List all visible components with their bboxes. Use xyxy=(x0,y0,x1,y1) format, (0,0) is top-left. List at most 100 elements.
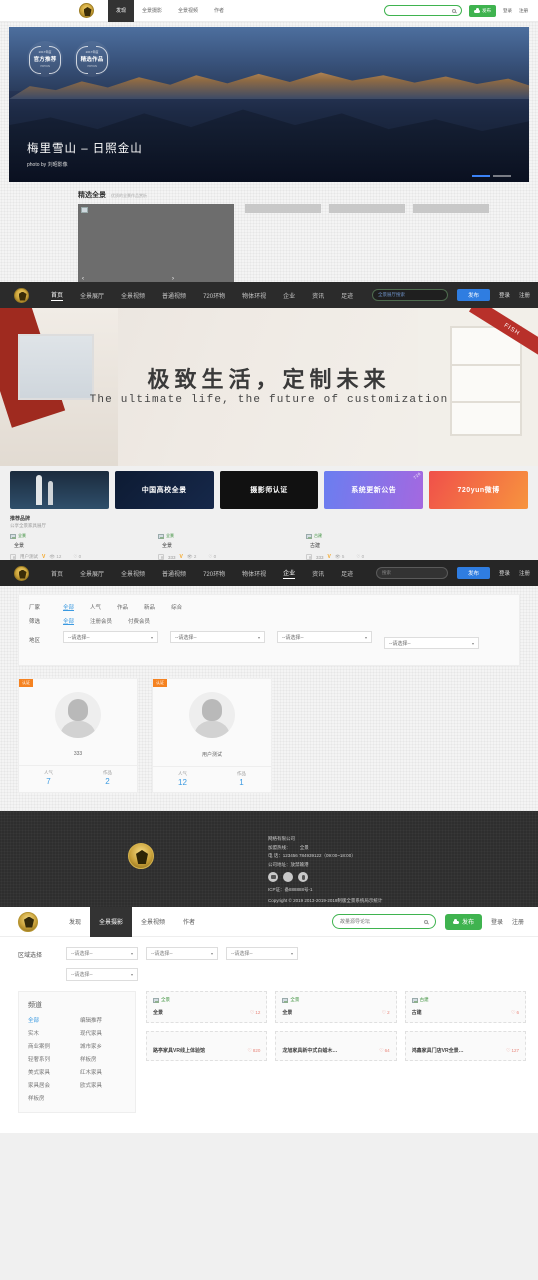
brand-card[interactable]: 全景 全景 用户测试 V 👁 12 ♡ 0 xyxy=(10,533,146,560)
channel-item-model-room-2[interactable]: 样板房 xyxy=(28,1094,74,1102)
region-select-street[interactable]: --请选择-- ▾ xyxy=(66,968,138,981)
filter-option-paid-member[interactable]: 付费会员 xyxy=(128,617,150,625)
channel-item-european-furniture[interactable]: 欧式家具 xyxy=(80,1081,126,1089)
channel-item-business-case[interactable]: 商业案例 xyxy=(28,1042,74,1050)
nav-item-home[interactable]: 首页 xyxy=(51,569,63,578)
publish-button[interactable]: 发布 xyxy=(444,913,482,930)
top-search-input[interactable] xyxy=(384,5,462,16)
filter-option-registered-member[interactable]: 注册会员 xyxy=(90,617,112,625)
channel-item-modern-furniture[interactable]: 现代家具 xyxy=(80,1029,126,1037)
nav-item-normal-video[interactable]: 普通视频 xyxy=(162,291,186,300)
publish-button[interactable]: 发布 xyxy=(469,4,496,17)
gallery-card[interactable]: 龙旭家具新中式白蜡木… ♡ 64 xyxy=(275,1031,397,1061)
nav-item-panorama-hall[interactable]: 全景展厅 xyxy=(80,291,104,300)
region-select-province[interactable]: --请选择-- ▾ xyxy=(66,947,138,960)
nav-item-panorama-hall[interactable]: 全景展厅 xyxy=(80,569,104,578)
region-select-city[interactable]: --请选择-- ▾ xyxy=(170,631,265,643)
nav-item-discover[interactable]: 发现 xyxy=(60,907,90,937)
filter-option-new[interactable]: 新品 xyxy=(144,603,155,611)
promo-tile-weibo[interactable]: 720yun微博 xyxy=(429,471,528,509)
filter-option-all[interactable]: 全部 xyxy=(63,603,74,611)
hero-dot-2[interactable] xyxy=(493,174,511,177)
featured-thumb[interactable] xyxy=(413,204,489,213)
site-logo-icon[interactable] xyxy=(14,565,29,581)
user-card[interactable]: 认证 用户测试 人气 12 作品 1 xyxy=(152,678,272,793)
nav-item-news[interactable]: 资讯 xyxy=(312,291,324,300)
nav-item-normal-video[interactable]: 普通视频 xyxy=(162,569,186,578)
channel-item-rosewood-furniture[interactable]: 红木家具 xyxy=(80,1068,126,1076)
channel-item-city-home[interactable]: 城市家乡 xyxy=(80,1042,126,1050)
nav-item-720-object[interactable]: 720环物 xyxy=(203,291,225,300)
site-logo-icon[interactable] xyxy=(79,3,94,18)
brand-card[interactable]: 古建 古建 333 V 👁 5 ♡ 0 xyxy=(306,533,442,560)
filter-option-popularity[interactable]: 人气 xyxy=(90,603,101,611)
gallery-card[interactable]: 路亭家具VR线上体验馆 ♡ 820 xyxy=(146,1031,268,1061)
publish-button[interactable]: 发布 xyxy=(456,289,490,301)
login-link[interactable]: 登录 xyxy=(491,917,503,926)
nav-item-footprint[interactable]: 足迹 xyxy=(341,569,353,578)
publish-button[interactable]: 发布 xyxy=(456,567,490,579)
login-link[interactable]: 登录 xyxy=(499,569,510,577)
nav-item-panorama-video[interactable]: 全景视频 xyxy=(121,569,145,578)
channel-item-light-luxury[interactable]: 轻奢系列 xyxy=(28,1055,74,1063)
promo-tile-university[interactable]: 中国高校全景 xyxy=(114,471,214,509)
filter-option-comprehensive[interactable]: 综合 xyxy=(171,603,182,611)
region-select-city[interactable]: --请选择-- ▾ xyxy=(146,947,218,960)
top-nav-item-panorama-video[interactable]: 全景视频 xyxy=(170,0,206,22)
promo-tile-photographer-cert[interactable]: 摄影师认证 xyxy=(219,471,319,509)
qq-icon[interactable] xyxy=(298,872,308,883)
region-select-street[interactable]: --请选择-- ▾ xyxy=(384,637,479,649)
gallery-card[interactable]: 鸿鑫家具门店VR全景… ♡ 127 xyxy=(404,1031,526,1061)
nav-item-news[interactable]: 资讯 xyxy=(312,569,324,578)
nav-item-object-view[interactable]: 物体环视 xyxy=(242,569,266,578)
channel-item-model-room[interactable]: 样板房 xyxy=(80,1055,126,1063)
featured-thumb[interactable] xyxy=(329,204,405,213)
channel-item-solid-wood[interactable]: 实木 xyxy=(28,1029,74,1037)
gallery-search-input[interactable]: 故量源导论坛 xyxy=(331,914,436,929)
nav-item-panorama-photo[interactable]: 全景摄影 xyxy=(90,906,133,937)
hero-carousel[interactable]: 2017年度 官方推荐 720YUN 2017年度 精选作品 720YUN 梅里… xyxy=(9,27,529,182)
promo-tile-system-update[interactable]: 720 系统更新公告 xyxy=(324,471,424,509)
channel-item-american-furniture[interactable]: 美式家具 xyxy=(28,1068,74,1076)
nav-item-enterprise[interactable]: 企业 xyxy=(283,291,295,300)
nav-item-720-object[interactable]: 720环物 xyxy=(203,569,225,578)
nav-item-author[interactable]: 作者 xyxy=(174,907,204,937)
gallery-card[interactable]: 全景 全景 ♡ 12 xyxy=(146,991,268,1023)
login-link[interactable]: 登录 xyxy=(503,8,512,14)
wechat-icon[interactable] xyxy=(283,872,293,883)
top-nav-item-author[interactable]: 作者 xyxy=(206,0,232,22)
promo-banner[interactable]: FISH 极致生活，定制未来 The ultimate life, the fu… xyxy=(0,308,538,466)
filter-option-all[interactable]: 全部 xyxy=(63,617,74,625)
top-nav-item-discover[interactable]: 发现 xyxy=(108,0,135,22)
nav-item-panorama-video[interactable]: 全景视频 xyxy=(132,907,174,937)
login-link[interactable]: 登录 xyxy=(499,291,510,299)
channel-item-all[interactable]: 全部 xyxy=(28,1016,74,1024)
gallery-card[interactable]: 全景 全景 ♡ 2 xyxy=(275,991,397,1023)
promo-tile-rocket[interactable] xyxy=(10,471,109,509)
region-select-district[interactable]: --请选择-- ▾ xyxy=(277,631,372,643)
nav-item-object-view[interactable]: 物体环视 xyxy=(242,291,266,300)
filter-option-works[interactable]: 作品 xyxy=(117,603,128,611)
enterprise-search-input[interactable]: 搜索 xyxy=(375,567,448,579)
site-logo-icon[interactable] xyxy=(14,287,29,303)
brand-card[interactable]: 全景 全景 333 V 👁 2 ♡ 0 xyxy=(158,533,294,560)
nav-item-footprint[interactable]: 足迹 xyxy=(341,291,353,300)
gallery-card[interactable]: 古建 古建 ♡ 6 xyxy=(404,991,526,1023)
weibo-icon[interactable] xyxy=(268,872,278,883)
channel-item-editor-pick[interactable]: 编辑推荐 xyxy=(80,1016,126,1024)
hero-pagination[interactable] xyxy=(472,174,511,177)
channel-item-furniture-fair[interactable]: 家具居会 xyxy=(28,1081,74,1089)
nav-item-home[interactable]: 首页 xyxy=(51,290,64,301)
exhibition-search-input[interactable]: 全景展厅搜索 xyxy=(371,289,448,301)
nav-item-enterprise[interactable]: 企业 xyxy=(283,568,296,579)
top-nav-item-panorama-photo[interactable]: 全景摄影 xyxy=(134,0,170,22)
register-link[interactable]: 注册 xyxy=(519,8,528,14)
region-select-province[interactable]: --请选择-- ▾ xyxy=(63,631,158,643)
site-logo-icon[interactable] xyxy=(18,911,38,932)
hero-dot-1[interactable] xyxy=(472,174,490,177)
register-link[interactable]: 注册 xyxy=(512,917,524,926)
register-link[interactable]: 注册 xyxy=(519,291,530,299)
user-card[interactable]: 认证 333 人气 7 作品 2 xyxy=(18,678,138,793)
region-select-district[interactable]: --请选择-- ▾ xyxy=(226,947,298,960)
featured-thumb[interactable] xyxy=(245,204,321,213)
